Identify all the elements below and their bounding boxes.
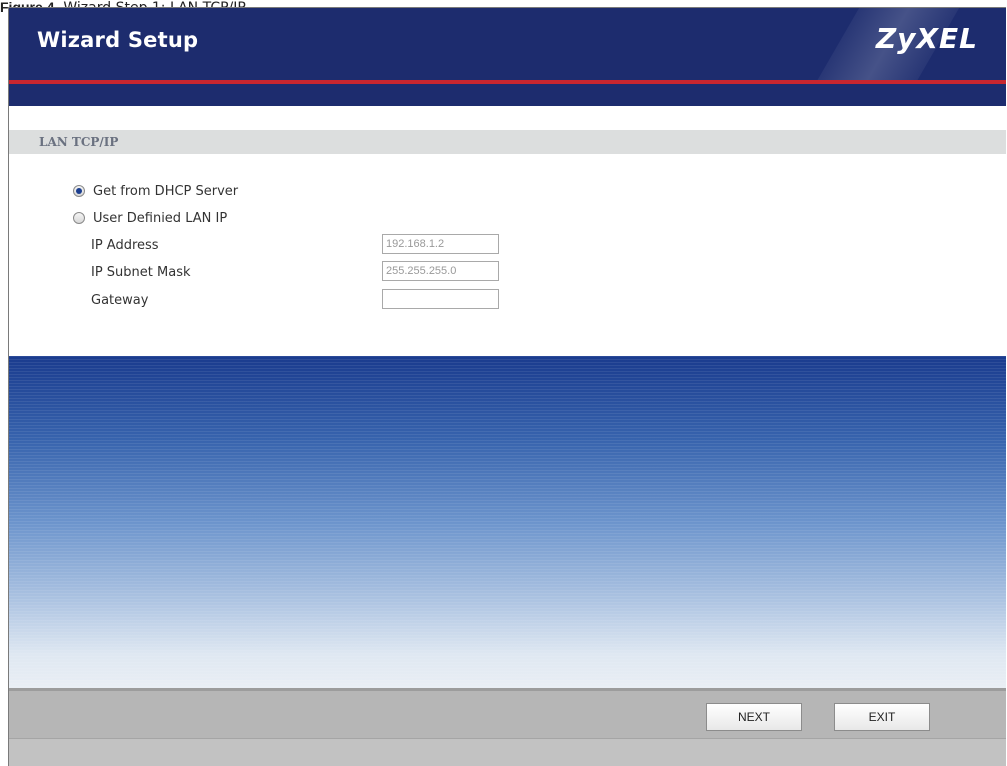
zyxel-logo: ZyXEL [875,22,978,55]
wizard-content: LAN TCP/IP Get from DHCP Server User Def… [9,106,1006,356]
subnet-mask-label: IP Subnet Mask [91,265,191,280]
option-dhcp[interactable]: Get from DHCP Server [73,183,238,199]
wizard-footer: NEXT EXIT [9,688,1006,766]
dhcp-radio[interactable] [73,185,85,197]
background-gradient [9,356,1006,688]
gateway-label: Gateway [91,293,149,308]
section-title: LAN TCP/IP [39,135,119,149]
section-header: LAN TCP/IP [9,130,1006,154]
subnet-mask-input[interactable] [382,261,499,281]
ip-address-input[interactable] [382,234,499,254]
gateway-input[interactable] [382,289,499,309]
wizard-header: Wizard Setup ZyXEL [9,8,1006,80]
wizard-title: Wizard Setup [37,28,199,52]
ip-address-label: IP Address [91,238,159,253]
user-defined-radio[interactable] [73,212,85,224]
user-defined-label: User Definied LAN IP [93,210,228,226]
next-button[interactable]: NEXT [706,703,802,731]
wizard-window: Wizard Setup ZyXEL LAN TCP/IP Get from D… [8,7,1006,766]
option-user-defined[interactable]: User Definied LAN IP [73,210,227,226]
exit-button[interactable]: EXIT [834,703,930,731]
header-sub-band [9,84,1006,106]
dhcp-label: Get from DHCP Server [93,183,239,199]
footer-shadow [9,688,1006,691]
footer-bottom-band [9,738,1006,766]
